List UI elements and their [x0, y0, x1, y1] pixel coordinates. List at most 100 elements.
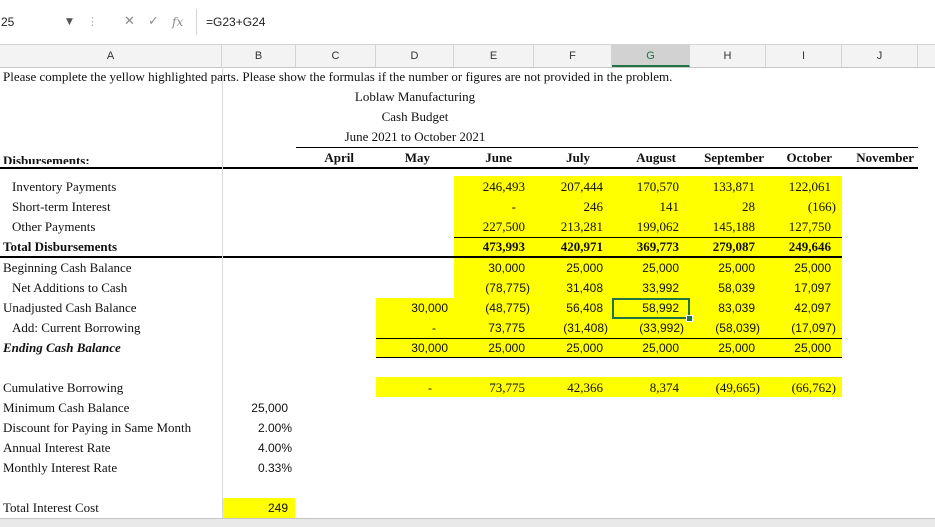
cell-ending-september[interactable]: 25,000 — [690, 338, 755, 358]
cell-beginning-october[interactable]: 25,000 — [766, 258, 831, 278]
cell-inventory-september[interactable]: 133,871 — [690, 177, 755, 197]
report-title: Cash Budget — [381, 109, 449, 124]
column-header-c[interactable]: C — [296, 45, 376, 67]
month-header-april: April — [324, 150, 354, 165]
row-label-min-cash: Minimum Cash Balance — [3, 400, 130, 415]
row-label-inventory: Inventory Payments — [12, 179, 117, 194]
column-header-f[interactable]: F — [534, 45, 612, 67]
cell-other-september[interactable]: 145,188 — [690, 217, 755, 237]
cell-cumulative-august[interactable]: 8,374 — [612, 378, 679, 398]
instruction-text: Please complete the yellow highlighted p… — [3, 69, 673, 84]
row-label-net-additions: Net Additions to Cash — [12, 280, 128, 295]
cancel-icon[interactable]: ✕ — [124, 12, 135, 32]
cell-beginning-june[interactable]: 30,000 — [454, 258, 525, 278]
row-label-interest: Short-term Interest — [12, 199, 111, 214]
period-title: June 2021 to October 2021 — [344, 129, 486, 144]
active-cell-selection[interactable] — [612, 298, 690, 319]
column-header-e[interactable]: E — [454, 45, 534, 67]
cell-borrowing-october[interactable]: (17,097) — [766, 318, 836, 338]
column-header-b[interactable]: B — [222, 45, 296, 67]
cell-borrowing-august[interactable]: (33,992) — [612, 318, 684, 338]
cell-unadjusted-july[interactable]: 56,408 — [534, 298, 603, 318]
row-label-unadjusted: Unadjusted Cash Balance — [3, 300, 137, 315]
cell-interest-june[interactable]: - — [454, 197, 516, 217]
cell-inventory-june[interactable]: 246,493 — [454, 177, 525, 197]
cell-ending-june[interactable]: 25,000 — [454, 338, 525, 358]
month-header-september: September — [704, 150, 764, 165]
row-label-discount: Discount for Paying in Same Month — [3, 420, 192, 435]
row-label-borrowing: Add: Current Borrowing — [12, 320, 141, 335]
cell-cumulative-september[interactable]: (49,665) — [690, 378, 760, 398]
cell-unadjusted-june[interactable]: (48,775) — [454, 298, 530, 318]
cell-unadjusted-september[interactable]: 83,039 — [690, 298, 755, 318]
cell-annual-rate[interactable]: 4.00% — [222, 438, 292, 458]
cell-total-disb-july[interactable]: 420,971 — [534, 237, 603, 257]
cell-interest-october[interactable]: (166) — [766, 197, 836, 217]
header-bottom-border — [0, 167, 918, 169]
cell-other-august[interactable]: 199,062 — [612, 217, 679, 237]
cell-ending-august[interactable]: 25,000 — [612, 338, 679, 358]
fill-handle[interactable] — [686, 315, 693, 322]
cell-interest-august[interactable]: 141 — [612, 197, 680, 217]
cell-net-add-july[interactable]: 31,408 — [534, 278, 603, 298]
cell-inventory-august[interactable]: 170,570 — [612, 177, 679, 197]
row-label-beginning: Beginning Cash Balance — [3, 260, 132, 275]
more-options-icon[interactable]: ⋮ — [87, 14, 98, 30]
cell-net-add-september[interactable]: 58,039 — [690, 278, 755, 298]
cell-beginning-september[interactable]: 25,000 — [690, 258, 755, 278]
cell-unadjusted-may[interactable]: 30,000 — [376, 298, 448, 318]
month-header-june: June — [485, 150, 512, 165]
cell-interest-september[interactable]: 28 — [690, 197, 755, 217]
cell-beginning-august[interactable]: 25,000 — [612, 258, 679, 278]
cell-interest-july[interactable]: 246 — [534, 197, 604, 217]
row-label-total-interest: Total Interest Cost — [3, 500, 99, 515]
enter-icon[interactable]: ✓ — [148, 12, 159, 32]
function-icon[interactable]: fx — [172, 12, 183, 32]
cell-cumulative-october[interactable]: (66,762) — [766, 378, 836, 398]
column-header-row: A B C D E F G H I J — [0, 45, 935, 68]
cell-min-cash[interactable]: 25,000 — [222, 398, 288, 418]
month-header-november: November — [856, 150, 914, 165]
cell-ending-october[interactable]: 25,000 — [766, 338, 831, 358]
cell-net-add-october[interactable]: 17,097 — [766, 278, 831, 298]
column-header-j[interactable]: J — [842, 45, 918, 67]
cell-borrowing-september[interactable]: (58,039) — [690, 318, 760, 338]
formula-input[interactable]: =G23+G24 — [206, 12, 265, 32]
cell-cumulative-may[interactable]: - — [376, 378, 432, 398]
cell-net-add-june[interactable]: (78,775) — [454, 278, 530, 298]
cell-beginning-july[interactable]: 25,000 — [534, 258, 603, 278]
cell-cumulative-june[interactable]: 73,775 — [454, 378, 525, 398]
cell-other-july[interactable]: 213,281 — [534, 217, 603, 237]
cell-ending-may[interactable]: 30,000 — [376, 338, 448, 358]
cell-borrowing-may[interactable]: - — [376, 318, 436, 338]
cell-ending-july[interactable]: 25,000 — [534, 338, 603, 358]
row-label-annual-rate: Annual Interest Rate — [3, 440, 111, 455]
cell-inventory-october[interactable]: 122,061 — [766, 177, 831, 197]
column-header-a[interactable]: A — [0, 45, 222, 67]
column-header-h[interactable]: H — [690, 45, 766, 67]
month-header-july: July — [566, 150, 590, 165]
chevron-down-icon[interactable]: ▼ — [66, 14, 73, 30]
column-header-g[interactable]: G — [612, 45, 690, 67]
cell-net-add-august[interactable]: 33,992 — [612, 278, 679, 298]
cell-inventory-july[interactable]: 207,444 — [534, 177, 603, 197]
month-header-may: May — [404, 150, 430, 165]
cell-borrowing-july[interactable]: (31,408) — [534, 318, 608, 338]
cell-unadjusted-october[interactable]: 42,097 — [766, 298, 831, 318]
row-label-total-disbursements: Total Disbursements — [3, 239, 118, 254]
cell-borrowing-june[interactable]: 73,775 — [454, 318, 525, 338]
cell-cumulative-july[interactable]: 42,366 — [534, 378, 603, 398]
cell-total-interest[interactable]: 249 — [222, 498, 288, 518]
row-label-cumulative: Cumulative Borrowing — [3, 380, 124, 395]
cell-other-june[interactable]: 227,500 — [454, 217, 525, 237]
cell-monthly-rate[interactable]: 0.33% — [222, 458, 292, 478]
row-label-monthly-rate: Monthly Interest Rate — [3, 460, 118, 475]
column-header-d[interactable]: D — [376, 45, 454, 67]
column-header-i[interactable]: I — [766, 45, 842, 67]
cell-total-disb-september[interactable]: 279,087 — [690, 237, 755, 257]
cell-discount[interactable]: 2.00% — [222, 418, 292, 438]
cell-other-october[interactable]: 127,750 — [766, 217, 831, 237]
cell-total-disb-october[interactable]: 249,646 — [766, 237, 831, 257]
cell-total-disb-june[interactable]: 473,993 — [454, 237, 525, 257]
cell-total-disb-august[interactable]: 369,773 — [612, 237, 679, 257]
